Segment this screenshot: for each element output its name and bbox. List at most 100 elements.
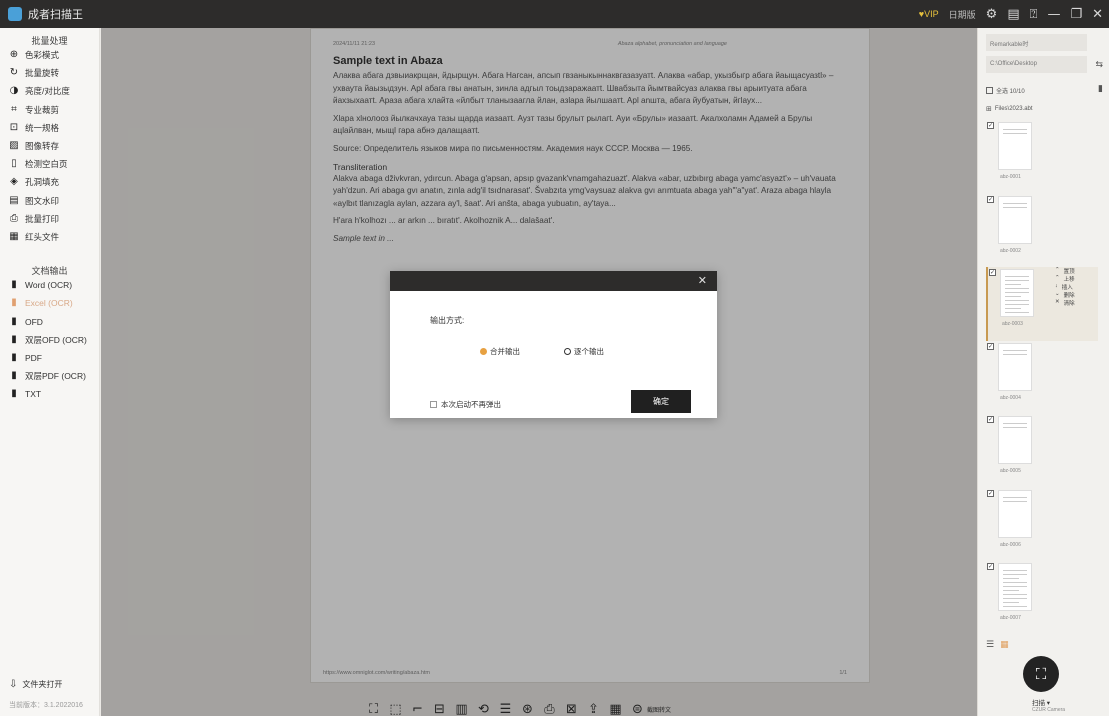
vip-badge[interactable]: ♥VIP (919, 9, 939, 19)
layout-icon[interactable]: ▤ (1007, 8, 1019, 21)
page-thumbnail[interactable]: ✓ abz-0001 (986, 120, 1098, 194)
dialog-close-icon[interactable]: ✕ (698, 274, 707, 287)
sidebar-item-fill[interactable]: ◈ 孔洞填充 (0, 173, 99, 191)
thumbnail-list: ✓ abz-0001 ✓ abz-0002 ✓ abz-0003 ⌃ 置顶 ⌃ 上移 ↓ 插入 ⌄ 删除 ✕… (986, 120, 1098, 635)
no-popup-checkbox-row[interactable]: 本次启动不再弹出 (430, 399, 501, 410)
right-panel: Remarkable时 C:\Office\Desktop ⇆ 全选 10/10… (977, 28, 1109, 716)
sidebar-item-watermark[interactable]: ▤ 图文水印 (0, 192, 99, 210)
thumb-menu-label: 清除 (1063, 301, 1075, 307)
sidebar-item-label: OFD (25, 316, 43, 327)
view-toggle: ☰ ▦ (986, 640, 1009, 650)
sidebar-item-pdf[interactable]: ▮ PDF (0, 349, 99, 367)
thumbnail-checkbox[interactable]: ✓ (987, 489, 994, 497)
title-bar: 成者扫描王 ♥VIP 日期版 ⚙ ▤ ⍰ — ❐ ✕ (0, 0, 1109, 28)
thumbnail-checkbox[interactable]: ✓ (987, 563, 994, 570)
thumbnail-image (998, 195, 1032, 244)
sidebar-item-label: 双层OFD (OCR) (25, 334, 87, 345)
output-dialog: ✕ 输出方式: 合并输出 逐个输出 本次启动不再弹出 确定 (390, 271, 717, 418)
select-all-row[interactable]: 全选 10/10 (986, 86, 1025, 95)
sidebar-item-word[interactable]: ▮ Word (OCR) (0, 276, 99, 294)
sidebar-item-txt[interactable]: ▮ TXT (0, 385, 99, 403)
thumb-menu-item[interactable]: ⌄ 删除 (1055, 291, 1095, 299)
thumb-menu-icon: ⌃ (1055, 275, 1060, 281)
thumb-menu-item[interactable]: ⌃ 置顶 (1055, 267, 1095, 275)
radio-single-dot[interactable] (564, 348, 571, 355)
no-popup-checkbox[interactable] (430, 401, 437, 408)
output-list: ▮ Word (OCR) ▮ Excel (OCR) ▮ OFD ▮ 双层OFD (OCR) ▮… (0, 276, 99, 403)
excel-icon: ▮ (11, 297, 17, 309)
red-header-icon: ▦ (9, 230, 19, 242)
pdf-layer-icon: ▮ (11, 370, 17, 382)
sidebar-item-print[interactable]: ⎙ 批量打印 (0, 210, 99, 228)
thumbnail-checkbox[interactable]: ✓ (987, 416, 994, 423)
page-thumbnail[interactable]: ✓ abz-0003 ⌃ 置顶 ⌃ 上移 ↓ 插入 ⌄ 删除 ✕ 清除 (986, 267, 1098, 341)
vip-subtitle[interactable]: 日期版 (949, 8, 976, 21)
page-thumbnail[interactable]: ✓ abz-0004 (986, 341, 1098, 415)
sidebar-item-ofd-layer[interactable]: ▮ 双层OFD (OCR) (0, 331, 99, 349)
thumb-menu-label: 置顶 (1063, 269, 1075, 275)
open-folder-button[interactable]: ⇩ 文件夹打开 (9, 676, 91, 692)
sidebar-item-resize[interactable]: ⊡ 统一规格 (0, 119, 99, 137)
sidebar-item-label: 亮度/对比度 (25, 86, 70, 97)
sidebar-item-contrast[interactable]: ◑ 亮度/对比度 (0, 82, 99, 100)
output-mode-options: 合并输出 逐个输出 (480, 346, 604, 357)
scan-button[interactable]: ⛶ (1023, 656, 1059, 692)
folder-row[interactable]: ⊞ Files\2023.abt (986, 105, 1033, 113)
sidebar-item-pdf-layer[interactable]: ▮ 双层PDF (OCR) (0, 367, 99, 385)
page-thumbnail[interactable]: ✓ abz-0007 (986, 561, 1098, 635)
help-icon[interactable]: ⍰ (1030, 8, 1038, 21)
path-field[interactable]: C:\Office\Desktop (986, 56, 1087, 73)
thumb-menu-icon: ↓ (1055, 283, 1058, 289)
grid-view-icon[interactable]: ▦ (1000, 640, 1009, 650)
sidebar-item-label: 图像转存 (25, 141, 60, 152)
sidebar-item-rotate[interactable]: ↻ 批量旋转 (0, 64, 99, 82)
sidebar-item-red-header[interactable]: ▦ 红头文件 (0, 228, 99, 246)
select-all-checkbox[interactable] (986, 87, 993, 94)
thumbnail-checkbox[interactable]: ✓ (987, 122, 994, 129)
thumbnail-checkbox[interactable]: ✓ (987, 195, 994, 203)
thumbnail-checkbox[interactable]: ✓ (989, 269, 996, 276)
radio-single-output[interactable]: 逐个输出 (564, 346, 604, 357)
sidebar-item-label: 统一规格 (25, 122, 60, 133)
sidebar-item-blank-page[interactable]: ▯ 检测空白页 (0, 155, 99, 173)
sidebar-item-label: 孔洞填充 (25, 177, 60, 188)
radio-merge-output[interactable]: 合并输出 (480, 346, 520, 357)
sidebar-item-palette[interactable]: ⊕ 色彩模式 (0, 46, 99, 64)
delete-icon[interactable]: ▮ (1098, 84, 1103, 94)
dialog-header: ✕ (390, 271, 717, 291)
scan-label[interactable]: 扫描 ▾ (1032, 697, 1050, 707)
list-view-icon[interactable]: ☰ (986, 640, 994, 650)
close-icon[interactable]: ✕ (1092, 8, 1103, 21)
page-thumbnail[interactable]: ✓ abz-0006 (986, 488, 1098, 562)
word-icon: ▮ (11, 279, 17, 291)
version-text: 当前版本：3.1.2022016 (9, 702, 83, 709)
sidebar-item-excel[interactable]: ▮ Excel (OCR) (0, 294, 99, 312)
thumb-menu-item[interactable]: ↓ 插入 (1055, 283, 1095, 291)
sidebar-item-label: 红头文件 (25, 231, 60, 242)
settings-icon[interactable]: ⚙ (986, 8, 998, 21)
thumb-menu-item[interactable]: ⌃ 上移 (1055, 275, 1095, 283)
page-thumbnail[interactable]: ✓ abz-0002 (986, 194, 1098, 268)
thumb-menu-item[interactable]: ✕ 清除 (1055, 299, 1095, 307)
sidebar-item-label: Word (OCR) (25, 280, 73, 291)
device-field[interactable]: Remarkable时 (986, 34, 1087, 51)
restore-icon[interactable]: ❐ (1070, 8, 1082, 21)
minimize-icon[interactable]: — (1047, 8, 1060, 21)
folder-open-icon[interactable]: ⇆ (1095, 60, 1103, 70)
page-thumbnail[interactable]: ✓ abz-0005 (986, 414, 1098, 488)
confirm-button[interactable]: 确定 (631, 390, 691, 413)
sidebar-item-image-save[interactable]: ▨ 图像转存 (0, 137, 99, 155)
radio-merge-dot[interactable] (480, 348, 487, 355)
thumbnail-image (1000, 269, 1034, 317)
thumbnail-checkbox[interactable]: ✓ (987, 342, 994, 350)
sidebar-item-label: 批量打印 (25, 213, 60, 224)
sidebar-item-label: 双层PDF (OCR) (25, 371, 86, 382)
sidebar-footer: ⇩ 文件夹打开 当前版本：3.1.2022016 (0, 676, 100, 716)
sidebar-item-ofd[interactable]: ▮ OFD (0, 312, 99, 330)
thumbnail-image (998, 563, 1032, 611)
sidebar-item-crop[interactable]: ⌗ 专业裁剪 (0, 101, 99, 119)
thumbnail-name: abz-0006 (1000, 541, 1021, 548)
print-icon: ⎙ (10, 212, 18, 224)
sidebar-item-label: 检测空白页 (25, 159, 68, 170)
thumbnail-name: abz-0001 (1000, 174, 1021, 180)
